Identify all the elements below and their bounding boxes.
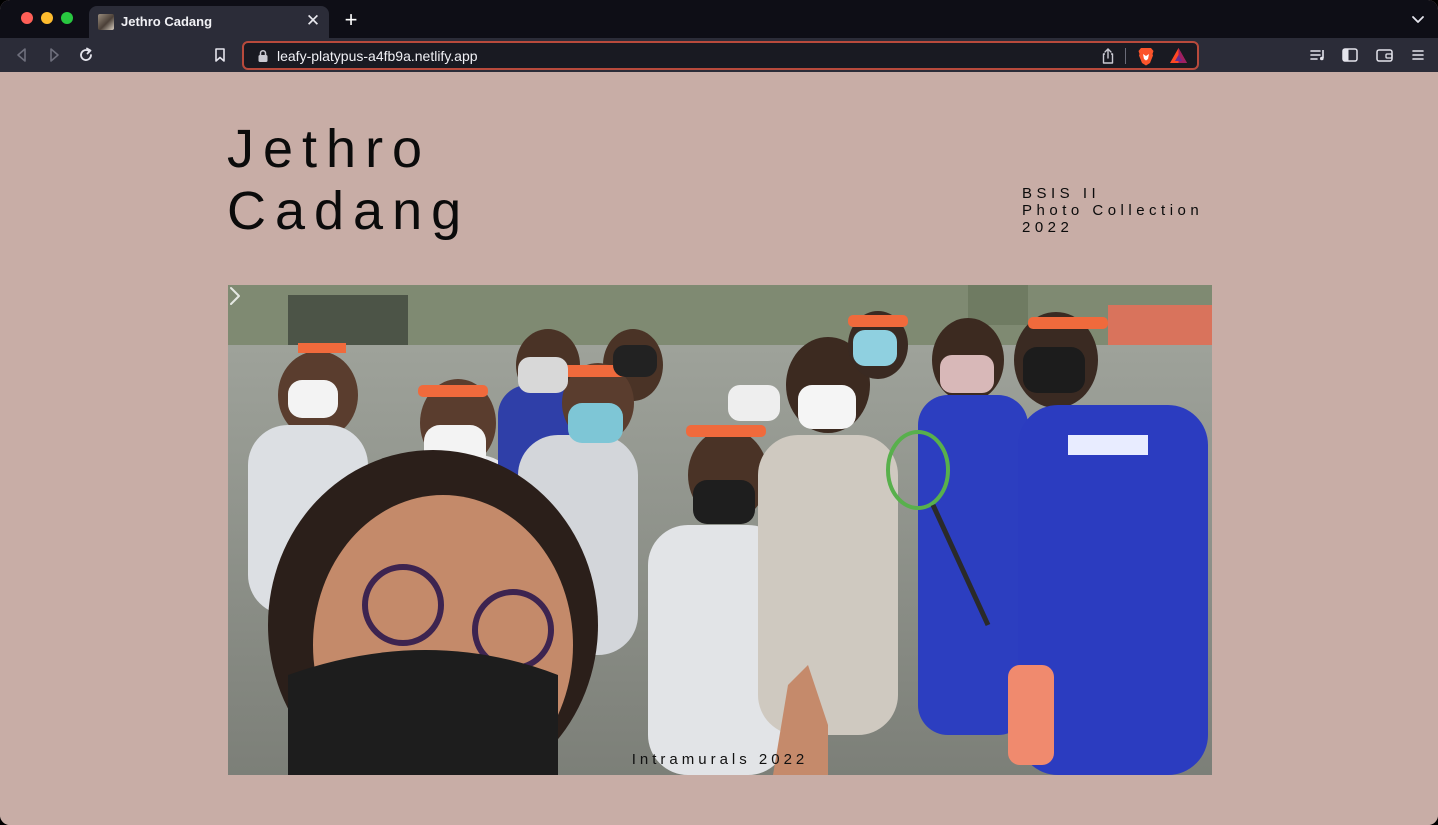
collection-info: BSIS II Photo Collection 2022 [1022,185,1203,236]
playlist-icon[interactable] [1307,44,1329,66]
reload-icon[interactable] [75,44,97,66]
tab-active[interactable]: Jethro Cadang ✕ [89,6,329,38]
featured-photo[interactable]: Intramurals 2022 [228,285,1212,775]
site-title-line-1: Jethro [227,119,432,179]
lock-icon [258,49,268,62]
back-icon[interactable] [11,44,33,66]
site-title-line-2: Cadang [227,181,471,241]
year-label: 2022 [1022,219,1074,236]
group-photo-image [228,285,1212,775]
address-divider [1125,48,1126,64]
tab-title: Jethro Cadang [121,14,213,29]
minimize-window-button[interactable] [41,12,53,24]
toolbar: leafy-platypus-a4fb9a.netlify.app [0,38,1438,72]
site-title: Jethro Cadang [227,118,470,242]
browser-window: Jethro Cadang ✕ + leafy-platypus-a4fb9a.… [0,0,1438,825]
title-bar: Jethro Cadang ✕ + [0,0,1438,38]
page-content: Jethro Cadang BSIS II Photo Collection 2… [0,72,1438,825]
sidebar-icon[interactable] [1339,44,1361,66]
plus-icon[interactable]: + [340,9,362,31]
zoom-window-button[interactable] [61,12,73,24]
favicon-icon [98,14,114,30]
program-label: BSIS II [1022,185,1101,202]
url-text[interactable]: leafy-platypus-a4fb9a.netlify.app [277,48,478,64]
wallet-icon[interactable] [1373,44,1395,66]
close-window-button[interactable] [21,12,33,24]
menu-icon[interactable] [1407,44,1429,66]
share-icon[interactable] [1099,47,1117,65]
address-bar[interactable]: leafy-platypus-a4fb9a.netlify.app [242,41,1199,70]
forward-icon[interactable] [43,44,65,66]
photo-caption: Intramurals 2022 [631,751,809,768]
chevron-right-icon[interactable] [228,285,242,307]
bookmark-icon[interactable] [209,44,231,66]
collection-label: Photo Collection [1022,202,1204,219]
brave-shield-icon[interactable] [1137,46,1155,66]
chevron-down-icon[interactable] [1410,11,1426,27]
brave-rewards-icon[interactable] [1169,47,1188,64]
close-icon[interactable]: ✕ [303,11,323,31]
